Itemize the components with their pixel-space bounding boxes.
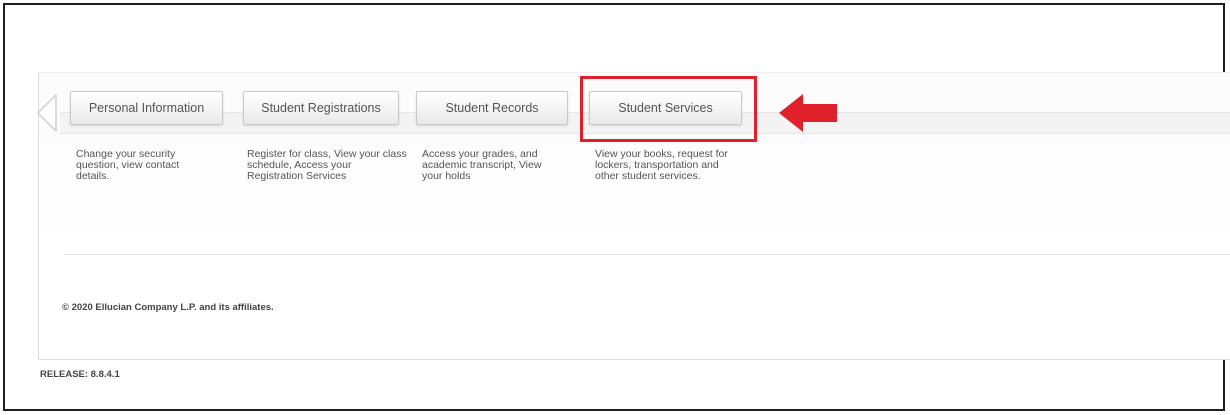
arrow-left-icon [779, 94, 837, 132]
tab-personal-information[interactable]: Personal Information [70, 91, 223, 125]
content-separator [64, 254, 1230, 255]
tab-student-registrations[interactable]: Student Registrations [243, 91, 399, 125]
release-version: RELEASE: 8.8.4.1 [40, 369, 120, 380]
highlight-box [580, 76, 757, 142]
tab-student-records[interactable]: Student Records [416, 91, 568, 125]
tab-description-student-records: Access your grades, and academic transcr… [422, 148, 542, 182]
tab-description-personal-information: Change your security question, view cont… [76, 148, 180, 182]
tab-description-student-registrations: Register for class, View your class sche… [247, 148, 407, 182]
previous-chevron-icon[interactable] [36, 94, 58, 132]
tab-description-student-services: View your books, request for lockers, tr… [595, 148, 728, 182]
copyright-text: © 2020 Ellucian Company L.P. and its aff… [62, 302, 274, 313]
